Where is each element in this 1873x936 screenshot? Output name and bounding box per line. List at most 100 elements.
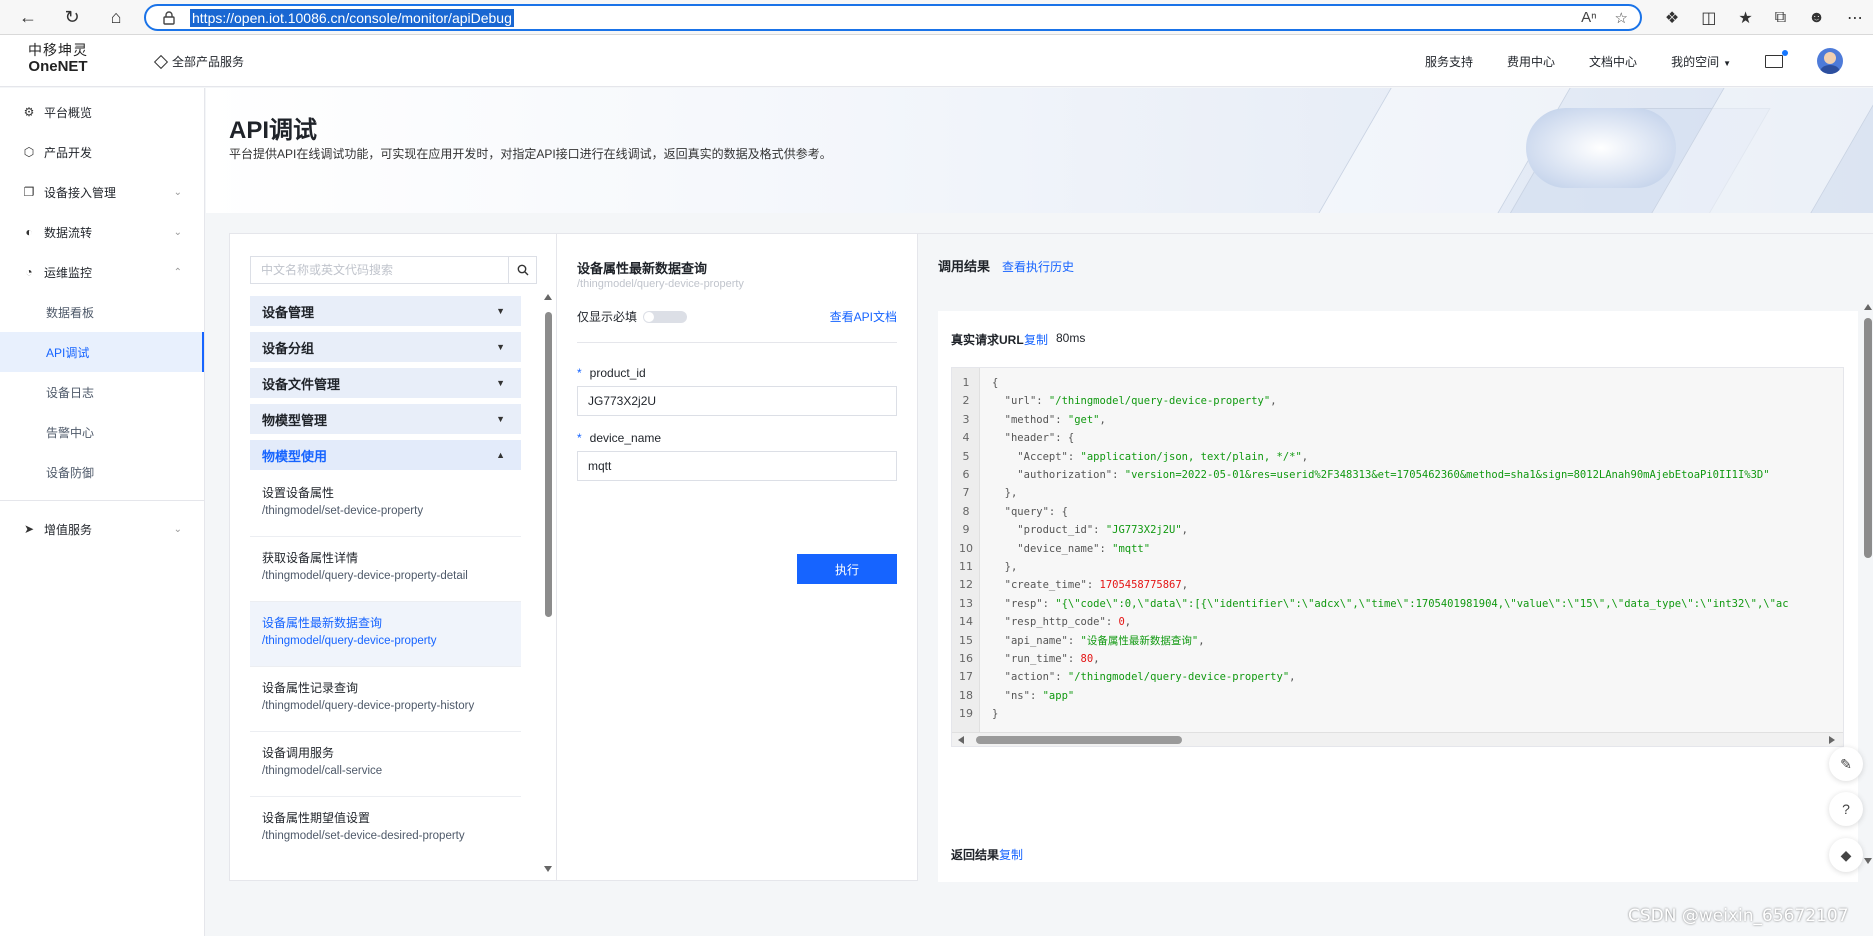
group-thing-model-usage[interactable]: 物模型使用 ▲ <box>250 440 521 470</box>
api-item-selected[interactable]: 设备属性最新数据查询 /thingmodel/query-device-prop… <box>250 602 521 667</box>
product-id-label: * product_id <box>577 366 646 380</box>
collections-icon[interactable]: ⧉ <box>1775 9 1786 27</box>
menu-docs-center[interactable]: 文档中心 <box>1589 53 1637 70</box>
home-icon[interactable]: ⌂ <box>98 0 134 35</box>
caret-up-icon: ▲ <box>496 450 505 460</box>
execute-button[interactable]: 执行 <box>797 554 897 584</box>
api-list-panel: 设备管理 ▼ 设备分组 ▼ 设备文件管理 ▼ 物模型管理 ▼ 物模型使用 ▲ 设置设备属性… <box>229 233 557 881</box>
customer-service-icon[interactable]: ◆ <box>1829 838 1863 872</box>
avatar[interactable] <box>1817 48 1843 74</box>
chevron-up-icon: ⌃ <box>173 266 182 278</box>
result-panel: 调用结果 查看执行历史 真实请求URL 复制 80ms 1{2 "url": "… <box>918 233 1873 882</box>
sidebar-item-overview[interactable]: ⚙ 平台概览 <box>0 92 204 132</box>
api-item-path: /thingmodel/set-device-property <box>262 505 424 517</box>
api-item-name: 设备调用服务 <box>262 746 335 760</box>
sidebar-sub-device-log[interactable]: 设备日志 <box>0 372 204 412</box>
menu-my-space[interactable]: 我的空间 ▼ <box>1671 53 1731 70</box>
more-icon[interactable]: ⋯ <box>1847 8 1863 28</box>
url-text[interactable]: https://open.iot.10086.cn/console/monito… <box>190 8 514 27</box>
group-device-management[interactable]: 设备管理 ▼ <box>250 296 521 326</box>
copy-result-button[interactable]: 复制 <box>999 846 1023 863</box>
view-api-doc-link[interactable]: 查看API文档 <box>830 308 897 325</box>
scrollbar-thumb[interactable] <box>545 312 552 617</box>
api-item[interactable]: 获取设备属性详情 /thingmodel/query-device-proper… <box>250 537 521 602</box>
extensions-icon[interactable]: ❖ <box>1665 8 1679 28</box>
divider <box>577 342 897 343</box>
my-space-label: 我的空间 <box>1671 54 1720 69</box>
sidebar-sub-device-defense[interactable]: 设备防御 <box>0 452 204 492</box>
sidebar-item-label: 设备接入管理 <box>44 185 117 200</box>
onenet-logo[interactable]: 中移坤灵 OneNET <box>28 43 88 75</box>
flow-icon: ◐ <box>25 225 33 239</box>
scroll-left-arrow-icon[interactable] <box>958 736 964 744</box>
page-banner: API调试 平台提供API在线调试功能，可实现在应用开发时，对指定API接口进行… <box>206 88 1873 213</box>
sidebar-item-monitor[interactable]: ◔ 运维监控 ⌃ <box>0 252 204 292</box>
return-result-label: 返回结果 <box>951 848 1000 862</box>
mail-icon[interactable] <box>1765 49 1788 68</box>
result-scrollbar[interactable] <box>1863 304 1873 864</box>
device-name-input[interactable]: mqtt <box>577 451 897 481</box>
group-device-grouping[interactable]: 设备分组 ▼ <box>250 332 521 362</box>
sidebar-sub-dashboard[interactable]: 数据看板 <box>0 292 204 332</box>
split-screen-icon[interactable]: ◫ <box>1701 8 1716 28</box>
cube-icon: ⬡ <box>23 145 35 159</box>
api-item-name: 设备属性期望值设置 <box>262 811 371 825</box>
reload-icon[interactable]: ↻ <box>54 0 90 35</box>
request-panel: 设备属性最新数据查询 /thingmodel/query-device-prop… <box>556 233 918 881</box>
page-title: API调试 <box>229 117 318 144</box>
sidebar-item-device-access[interactable]: ❐ 设备接入管理 ⌄ <box>0 172 204 212</box>
all-products-button[interactable]: 全部产品服务 <box>153 53 245 70</box>
api-item[interactable]: 设备属性记录查询 /thingmodel/query-device-proper… <box>250 667 521 732</box>
sidebar-item-value-added[interactable]: ➤ 增值服务 ⌄ <box>0 509 204 549</box>
favorites-icon[interactable]: ★ <box>1738 8 1752 28</box>
read-aloud-icon[interactable]: Aⁿ <box>1581 9 1596 27</box>
api-item[interactable]: 设备属性期望值设置 /thingmodel/set-device-desired… <box>250 797 521 879</box>
sidebar-sub-api-debug[interactable]: API调试 <box>0 332 204 372</box>
copy-url-button[interactable]: 复制 <box>1024 331 1048 348</box>
diamond-icon <box>153 54 169 69</box>
caret-down-icon: ▼ <box>496 378 505 388</box>
scroll-up-arrow-icon[interactable] <box>544 294 552 300</box>
scrollbar-thumb[interactable] <box>976 736 1182 744</box>
back-icon[interactable]: ← <box>10 0 46 35</box>
scroll-down-arrow-icon[interactable] <box>1864 858 1872 864</box>
api-list-scrollbar[interactable] <box>543 294 553 872</box>
api-item-path: /thingmodel/call-service <box>262 765 383 777</box>
address-bar[interactable]: https://open.iot.10086.cn/console/monito… <box>144 4 1642 31</box>
menu-service-support[interactable]: 服务支持 <box>1425 53 1473 70</box>
caret-down-icon: ▼ <box>496 342 505 352</box>
api-path: /thingmodel/query-device-property <box>577 278 744 290</box>
group-thing-model-management[interactable]: 物模型管理 ▼ <box>250 404 521 434</box>
required-only-toggle[interactable]: 仅显示必填 <box>577 308 688 325</box>
favorite-star-icon[interactable]: ☆ <box>1615 9 1628 27</box>
scroll-up-arrow-icon[interactable] <box>1864 304 1872 310</box>
required-only-label: 仅显示必填 <box>577 310 638 324</box>
sidebar-sub-alarm-center[interactable]: 告警中心 <box>0 412 204 452</box>
caret-down-icon: ▼ <box>496 306 505 316</box>
group-device-file[interactable]: 设备文件管理 ▼ <box>250 368 521 398</box>
sidebar-item-data-flow[interactable]: ◐ 数据流转 ⌄ <box>0 212 204 252</box>
sidebar-item-product-dev[interactable]: ⬡ 产品开发 <box>0 132 204 172</box>
product-id-input[interactable]: JG773X2j2U <box>577 386 897 416</box>
scroll-right-arrow-icon[interactable] <box>1829 736 1835 744</box>
scrollbar-thumb[interactable] <box>1864 318 1872 558</box>
menu-billing-center[interactable]: 费用中心 <box>1507 53 1555 70</box>
request-url-label: 真实请求URL <box>951 333 1024 347</box>
help-icon[interactable]: ? <box>1829 792 1863 826</box>
all-products-label: 全部产品服务 <box>172 55 245 69</box>
account-icon[interactable]: ☻ <box>1808 9 1825 27</box>
watermark: CSDN @weixin_65672107 <box>1628 906 1849 926</box>
feedback-edit-icon[interactable]: ✎ <box>1829 747 1863 781</box>
toggle-switch[interactable] <box>643 310 688 323</box>
search-icon[interactable] <box>508 257 536 283</box>
api-item[interactable]: 设备调用服务 /thingmodel/call-service <box>250 732 521 797</box>
field-label-text: device_name <box>589 431 662 445</box>
scroll-down-arrow-icon[interactable] <box>544 866 552 872</box>
code-text: } <box>992 708 999 721</box>
api-search-input[interactable] <box>251 257 508 283</box>
horizontal-scrollbar[interactable] <box>952 732 1843 746</box>
api-item[interactable]: 设置设备属性 /thingmodel/set-device-property <box>250 472 521 537</box>
logo-line1: 中移坤灵 <box>28 43 88 59</box>
request-code-viewer[interactable]: 1{2 "url": "/thingmodel/query-device-pro… <box>951 367 1844 747</box>
view-history-link[interactable]: 查看执行历史 <box>1002 258 1074 275</box>
